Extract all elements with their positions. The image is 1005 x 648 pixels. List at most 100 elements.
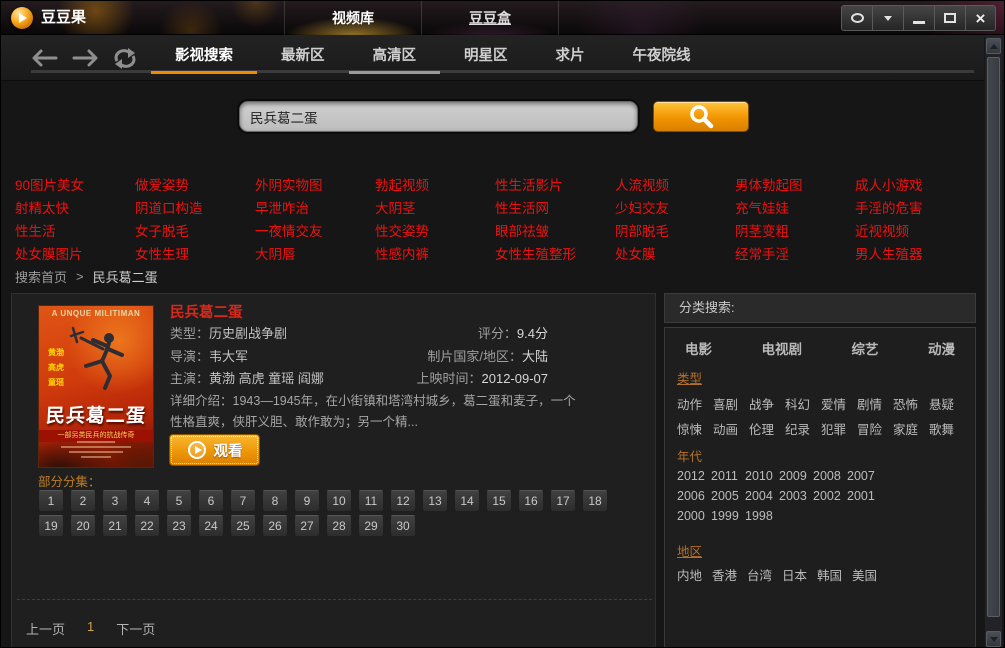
region-item[interactable]: 韩国 [817,565,852,584]
hot-link[interactable]: 阴部脱毛 [615,220,735,240]
nav-tab[interactable]: 明星区 [440,35,532,81]
category-tab[interactable]: 综艺 [852,338,879,358]
vertical-scrollbar[interactable] [984,37,1002,648]
episode-button[interactable]: 19 [38,515,64,537]
genre-item[interactable]: 纪录 [785,419,821,438]
episode-button[interactable]: 13 [422,490,448,512]
episode-button[interactable]: 3 [102,490,128,512]
category-tab[interactable]: 电影 [685,338,712,358]
category-tab[interactable]: 动漫 [928,338,955,358]
episode-button[interactable]: 28 [326,515,352,537]
refresh-button[interactable] [109,48,141,70]
current-page[interactable]: 1 [87,619,94,638]
hot-link[interactable]: 大阴唇 [255,243,375,263]
hot-link[interactable]: 处女膜 [615,243,735,263]
genre-section-title[interactable]: 类型 [677,368,702,387]
episode-button[interactable]: 5 [166,490,192,512]
close-button[interactable]: × [965,5,996,31]
year-item[interactable]: 2012 [677,469,711,483]
hot-link[interactable]: 少妇交友 [615,197,735,217]
episode-button[interactable]: 11 [358,490,384,512]
maximize-button[interactable] [934,5,965,31]
hot-link[interactable]: 性生活网 [495,197,615,217]
episode-button[interactable]: 26 [262,515,288,537]
hot-link[interactable]: 勃起视频 [375,174,495,194]
region-item[interactable]: 日本 [782,565,817,584]
hot-link[interactable]: 一夜情交友 [255,220,375,240]
movie-title[interactable]: 民兵葛二蛋 [170,301,243,322]
hot-link[interactable]: 外阴实物图 [255,174,375,194]
category-tab[interactable]: 电视剧 [762,338,803,358]
genre-item[interactable]: 伦理 [749,419,785,438]
back-button[interactable] [29,48,61,70]
scroll-down-button[interactable] [986,631,1001,647]
genre-item[interactable]: 悬疑 [929,394,965,413]
region-item[interactable]: 香港 [712,565,747,584]
episode-button[interactable]: 16 [518,490,544,512]
nav-tab[interactable]: 午夜院线 [609,35,715,81]
year-item[interactable]: 2008 [813,469,847,483]
episode-button[interactable]: 17 [550,490,576,512]
hot-link[interactable]: 女子脱毛 [135,220,255,240]
genre-item[interactable]: 动作 [677,394,713,413]
genre-item[interactable]: 剧情 [857,394,893,413]
hot-link[interactable]: 射精太快 [15,197,135,217]
minimize-button[interactable] [903,5,934,31]
hot-link[interactable]: 性生活 [15,220,135,240]
year-item[interactable]: 2006 [677,489,711,503]
year-item[interactable]: 2004 [745,489,779,503]
nav-tab[interactable]: 影视搜索 [151,35,257,81]
episode-button[interactable]: 23 [166,515,192,537]
episode-button[interactable]: 20 [70,515,96,537]
episode-button[interactable]: 7 [230,490,256,512]
watch-button[interactable]: 观看 [169,434,260,466]
episode-button[interactable]: 10 [326,490,352,512]
hot-link[interactable]: 经常手淫 [735,243,855,263]
genre-item[interactable]: 科幻 [785,394,821,413]
genre-item[interactable]: 喜剧 [713,394,749,413]
hot-link[interactable]: 手淫的危害 [855,197,975,217]
hot-link[interactable]: 大阴茎 [375,197,495,217]
titlebar-tab[interactable]: 视频库 [285,1,422,35]
episode-button[interactable]: 29 [358,515,384,537]
episode-button[interactable]: 9 [294,490,320,512]
menu-dropdown-button[interactable] [872,5,903,31]
episode-button[interactable]: 6 [198,490,224,512]
episode-button[interactable]: 2 [70,490,96,512]
genre-item[interactable]: 恐怖 [893,394,929,413]
episode-button[interactable]: 12 [390,490,416,512]
breadcrumb-home[interactable]: 搜索首页 [15,267,67,286]
next-page-button[interactable]: 下一页 [116,619,155,638]
hot-link[interactable]: 处女膜图片 [15,243,135,263]
movie-poster[interactable]: A UNQUE MILITIMAN 黄渤高虎童瑶 民兵葛二蛋 一部另类民兵的抗战… [38,305,154,468]
region-item[interactable]: 美国 [852,565,887,584]
hot-link[interactable]: 成人小游戏 [855,174,975,194]
hot-link[interactable]: 女性生理 [135,243,255,263]
year-item[interactable]: 2001 [847,489,881,503]
scrollbar-thumb[interactable] [987,57,1000,617]
year-item[interactable]: 2009 [779,469,813,483]
region-item[interactable]: 内地 [677,565,712,584]
titlebar-tab[interactable]: 豆豆盒 [422,1,559,35]
hot-link[interactable]: 性交姿势 [375,220,495,240]
episode-button[interactable]: 8 [262,490,288,512]
feedback-button[interactable] [841,5,872,31]
hot-link[interactable]: 男体勃起图 [735,174,855,194]
genre-item[interactable]: 冒险 [857,419,893,438]
year-item[interactable]: 2011 [711,469,745,483]
region-section-title[interactable]: 地区 [677,541,702,560]
year-item[interactable]: 2005 [711,489,745,503]
hot-link[interactable]: 性感内裤 [375,243,495,263]
episode-button[interactable]: 14 [454,490,480,512]
hot-link[interactable]: 阴道口构造 [135,197,255,217]
year-item[interactable]: 2002 [813,489,847,503]
hot-link[interactable]: 充气娃娃 [735,197,855,217]
nav-tab[interactable]: 最新区 [257,35,349,81]
episode-button[interactable]: 1 [38,490,64,512]
hot-link[interactable]: 90图片美女 [15,174,135,194]
genre-item[interactable]: 家庭 [893,419,929,438]
year-item[interactable]: 1999 [711,509,745,523]
genre-item[interactable]: 战争 [749,394,785,413]
year-item[interactable]: 1998 [745,509,779,523]
year-item[interactable]: 2003 [779,489,813,503]
